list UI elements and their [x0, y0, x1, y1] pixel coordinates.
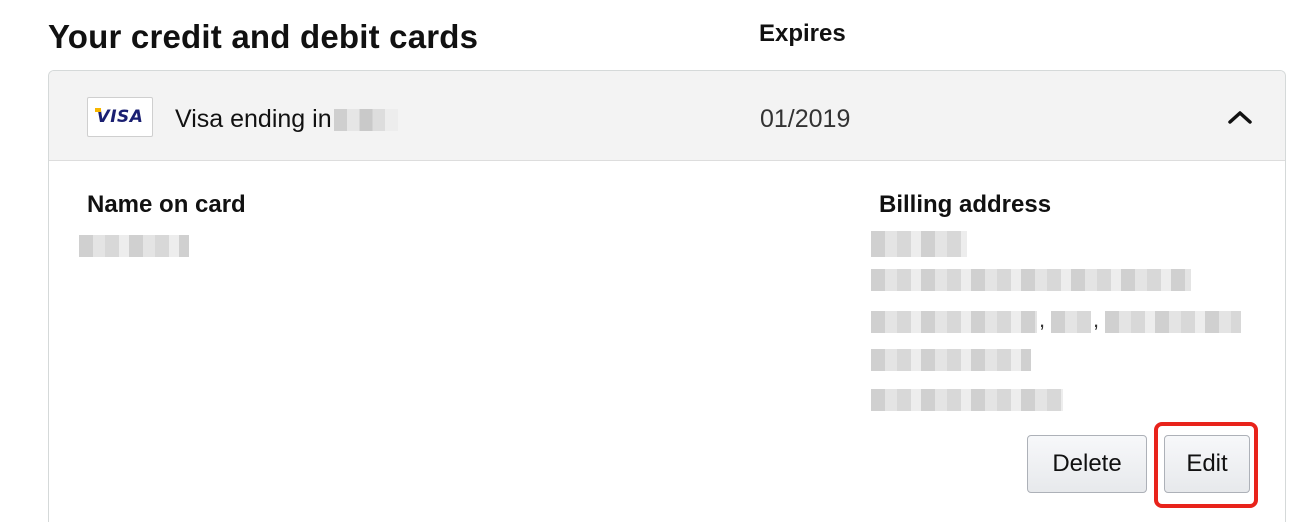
address-separator: ,	[1093, 307, 1100, 332]
billing-address-label: Billing address	[879, 191, 1052, 218]
billing-address-line-redacted	[871, 311, 1037, 333]
edit-button[interactable]: Edit	[1164, 435, 1250, 493]
address-separator: ,	[1039, 307, 1046, 332]
billing-address-line-redacted	[871, 349, 1031, 371]
card-expiry: 01/2019	[760, 105, 851, 133]
expires-column-header: Expires	[759, 20, 846, 47]
billing-address-line-redacted	[871, 231, 967, 257]
card-panel: VISA Visa ending in 01/2019 Name on card…	[48, 70, 1286, 522]
visa-logo: VISA	[87, 97, 153, 137]
card-summary-row[interactable]: VISA Visa ending in 01/2019	[49, 71, 1285, 161]
chevron-up-icon[interactable]	[1225, 105, 1255, 129]
cardholder-name-redacted	[79, 235, 189, 257]
card-name-text: Visa ending in	[175, 105, 332, 133]
name-on-card-label: Name on card	[87, 191, 246, 218]
billing-address-line-redacted	[871, 269, 1191, 291]
billing-phone-redacted	[871, 389, 1063, 411]
visa-logo-text: VISA	[94, 107, 144, 127]
billing-address-line-redacted	[1105, 311, 1241, 333]
delete-button[interactable]: Delete	[1027, 435, 1147, 493]
card-name: Visa ending in	[175, 105, 398, 134]
page-title: Your credit and debit cards	[48, 18, 479, 55]
billing-address-line-redacted	[1051, 311, 1091, 333]
card-last-digits-redacted	[333, 108, 398, 131]
